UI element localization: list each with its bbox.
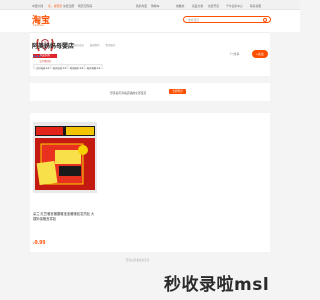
shop-name[interactable]: 阿美妈妈母婴店 <box>32 41 74 50</box>
accessibility-link[interactable]: 网页无障碍 <box>78 4 92 8</box>
share-label: 分享 <box>233 52 240 56</box>
product-price: ¥9.99 <box>33 240 45 246</box>
more-items-hint: 登录后查看更多宝贝 <box>126 259 150 262</box>
watermark-text: 秒收录啦msl <box>164 275 270 295</box>
login-link[interactable]: 亲，请登录 <box>48 4 62 8</box>
shop-meta-item: 服务态度 <box>74 44 85 47</box>
support-link[interactable]: 联系客服 <box>250 4 261 8</box>
shop-logo-tag: 宝贝用护肤 <box>39 61 51 63</box>
search-icon[interactable] <box>263 18 267 22</box>
seller-center-link[interactable]: 千牛卖家中心 <box>226 4 243 8</box>
region-link[interactable]: 中国大陆 <box>32 4 43 8</box>
top-nav-bar: 中国大陆 亲，请登录 免费注册 网页无障碍 我的淘宝 购物车 收藏夹 商品分类 … <box>0 0 300 10</box>
categories-link[interactable]: 商品分类 <box>192 4 203 8</box>
shop-meta: 服务态度 描述相符 物流服务 <box>74 43 120 47</box>
product-image[interactable] <box>33 122 97 193</box>
search-placeholder: 搜索宝贝 <box>188 18 200 22</box>
product-title[interactable]: 朵兰 红豆暖宫暖腰暖宝宝暖暖贴发热贴 大姨妈保暖宫寒贴 <box>33 212 97 222</box>
login-now-button[interactable]: 立即登录 <box>169 89 186 94</box>
product-photo <box>33 122 97 193</box>
cart-link[interactable]: 购物车 <box>151 4 159 8</box>
my-taobao-link[interactable]: 我的淘宝 <box>136 4 147 8</box>
search-input[interactable]: 搜索宝贝 <box>183 16 271 23</box>
follow-label: 关注 <box>257 52 264 56</box>
score-badge: 服务保障 4.8 <box>84 64 104 70</box>
shop-meta-item: 物流服务 <box>105 44 116 47</box>
price-value: 9.99 <box>34 240 46 246</box>
favorites-link[interactable]: 收藏夹 <box>176 4 184 8</box>
shop-meta-item: 描述相符 <box>89 44 100 47</box>
diamond-icons: ◆◆◆ <box>33 54 42 58</box>
open-shop-link[interactable]: 免费开店 <box>208 4 219 8</box>
taobao-logo-sub: Taobao <box>33 24 45 27</box>
register-link[interactable]: 免费注册 <box>63 4 74 8</box>
login-notice-text: 登录后可查看店铺的全部宝贝 <box>110 91 147 95</box>
login-notice <box>30 83 270 101</box>
share-button[interactable]: ☐ 分享 <box>226 51 243 58</box>
follow-button[interactable]: +关注 <box>252 50 268 58</box>
